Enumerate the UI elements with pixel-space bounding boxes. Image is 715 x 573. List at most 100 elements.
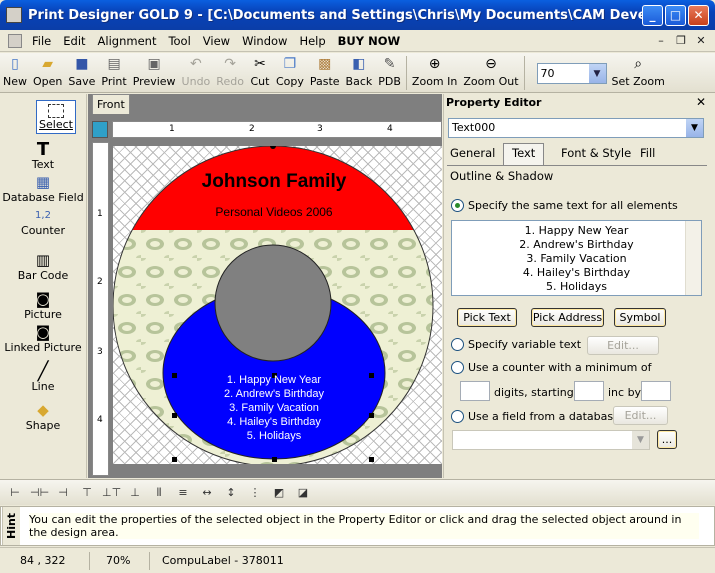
same-height-icon[interactable]: ↕ [222, 486, 240, 499]
paste-button[interactable]: ▩ Paste [307, 53, 343, 88]
document-icon[interactable] [8, 33, 22, 48]
redo-button[interactable]: ↷ Redo [213, 53, 247, 88]
copy-button[interactable]: ❐ Copy [273, 53, 307, 88]
list-scrollbar[interactable] [685, 221, 701, 295]
symbol-button[interactable]: Symbol [614, 308, 666, 327]
space-horizontal-icon[interactable]: ⫴ [150, 486, 168, 500]
chevron-down-icon[interactable]: ▼ [588, 64, 606, 83]
space-vertical-icon[interactable]: ≡ [174, 486, 192, 499]
align-center-icon[interactable]: ⊣⊢ [30, 486, 49, 499]
disc-track-list[interactable]: 1. Happy New Year 2. Andrew's Birthday 3… [163, 373, 385, 443]
shape-tool[interactable]: ◆ Shape [0, 399, 86, 432]
tab-general[interactable]: General [450, 146, 495, 160]
maximize-button[interactable]: □ [665, 4, 686, 26]
zoom-out-icon: ⊖ [485, 56, 497, 72]
database-field-radio[interactable] [451, 410, 464, 423]
menu-window[interactable]: Window [236, 34, 293, 48]
list-item[interactable]: 3. Family Vacation [452, 252, 701, 266]
app-icon[interactable] [6, 7, 22, 23]
line-tool[interactable]: ╱ Line [0, 360, 86, 394]
disc-subtitle[interactable]: Personal Videos 2006 [113, 205, 435, 219]
pick-address-button[interactable]: Pick Address [531, 308, 604, 327]
digits-input[interactable] [460, 381, 490, 401]
counter-icon: 1,2 [35, 209, 51, 221]
same-width-icon[interactable]: ↔ [198, 486, 216, 499]
edit-variable-button[interactable]: Edit... [587, 336, 659, 355]
object-select[interactable]: Text000 ▼ [448, 118, 704, 138]
menu-tool[interactable]: Tool [162, 34, 196, 48]
align-right-icon[interactable]: ⊣ [54, 486, 72, 499]
bring-front-icon[interactable]: ◩ [270, 486, 288, 499]
align-middle-icon[interactable]: ⊥⊤ [102, 486, 121, 499]
align-bottom-icon[interactable]: ⊥ [126, 486, 144, 499]
chevron-down-icon[interactable]: ▼ [632, 431, 649, 449]
tab-text[interactable]: Text [503, 143, 545, 165]
menu-edit[interactable]: Edit [57, 34, 91, 48]
align-top-icon[interactable]: ⊤ [78, 486, 96, 499]
hub-circle[interactable] [214, 244, 332, 362]
menu-file[interactable]: File [26, 34, 57, 48]
start-input[interactable] [574, 381, 604, 401]
text-items-list[interactable]: 1. Happy New Year 2. Andrew's Birthday 3… [451, 220, 702, 296]
text-tool[interactable]: T Text [0, 138, 86, 172]
menu-help[interactable]: Help [293, 34, 331, 48]
new-button[interactable]: ▯ New [0, 53, 30, 88]
disc-title[interactable]: Johnson Family [113, 171, 435, 193]
list-item[interactable]: 1. Happy New Year [452, 224, 701, 238]
list-item[interactable]: 5. Holidays [452, 280, 701, 294]
increment-input[interactable] [641, 381, 671, 401]
counter-tool[interactable]: 1,2 Counter [0, 204, 86, 238]
zoom-in-button[interactable]: ⊕ Zoom In [409, 53, 460, 88]
database-field-tool[interactable]: ▦ Database Field [0, 171, 86, 204]
status-coordinates: 84 , 322 [0, 551, 90, 570]
tab-outline-shadow[interactable]: Outline & Shadow [450, 169, 553, 183]
open-button[interactable]: ▰ Open [30, 53, 65, 88]
mdi-restore-icon[interactable]: ❐ [673, 33, 689, 47]
pdb-button[interactable]: ✎ PDB [375, 53, 404, 88]
undo-button[interactable]: ↶ Undo [179, 53, 214, 88]
list-item[interactable]: 4. Hailey's Birthday [452, 266, 701, 280]
close-button[interactable]: ✕ [688, 4, 709, 26]
mdi-minimize-icon[interactable]: – [653, 33, 669, 47]
list-item[interactable]: 2. Andrew's Birthday [452, 238, 701, 252]
inc-label: inc by [608, 386, 642, 399]
tab-font-style[interactable]: Font & Style [561, 146, 631, 160]
pick-text-button[interactable]: Pick Text [457, 308, 517, 327]
counter-radio[interactable] [451, 361, 464, 374]
send-back-icon[interactable]: ◪ [294, 486, 312, 499]
set-zoom-button[interactable]: ⌕ Set Zoom [609, 53, 668, 88]
same-text-radio[interactable] [451, 199, 464, 212]
print-button[interactable]: ▤ Print [98, 53, 129, 88]
database-field-select[interactable]: ▼ [452, 430, 650, 450]
menu-view[interactable]: View [197, 34, 236, 48]
preview-button[interactable]: ▣ Preview [130, 53, 179, 88]
variable-text-radio[interactable] [451, 338, 464, 351]
browse-button[interactable]: ... [657, 430, 677, 449]
label-canvas[interactable]: Johnson Family Personal Videos 2006 1. H… [113, 146, 442, 464]
menu-buy-now[interactable]: BUY NOW [332, 34, 407, 48]
toolbar-separator [405, 56, 407, 90]
linked-picture-tool[interactable]: ◙ Linked Picture [0, 321, 86, 354]
status-bar: 84 , 322 70% CompuLabel - 378011 [0, 547, 715, 573]
distribute-icon[interactable]: ⋮ [246, 486, 264, 499]
edit-field-button[interactable]: Edit... [613, 406, 668, 425]
select-tool[interactable]: Select [0, 94, 86, 134]
menu-alignment[interactable]: Alignment [92, 34, 163, 48]
picture-tool[interactable]: ◙ Picture [0, 288, 86, 321]
mdi-close-icon[interactable]: ✕ [693, 33, 709, 47]
ruler-label: 2 [249, 124, 255, 134]
save-button[interactable]: ■ Save [65, 53, 98, 88]
align-left-icon[interactable]: ⊢ [6, 486, 24, 499]
ruler-origin[interactable] [92, 121, 108, 138]
barcode-tool[interactable]: ▥ Bar Code [0, 249, 86, 282]
back-button[interactable]: ◧ Back [343, 53, 376, 88]
cut-button[interactable]: ✂ Cut [247, 53, 273, 88]
tab-fill[interactable]: Fill [640, 146, 655, 160]
zoom-select[interactable]: 70 ▼ [536, 63, 607, 84]
close-icon[interactable]: ✕ [696, 95, 706, 109]
zoom-out-button[interactable]: ⊖ Zoom Out [460, 53, 521, 88]
chevron-down-icon[interactable]: ▼ [686, 119, 703, 137]
preview-icon: ▣ [147, 56, 161, 72]
tab-front[interactable]: Front [92, 94, 130, 114]
minimize-button[interactable]: _ [642, 4, 663, 26]
